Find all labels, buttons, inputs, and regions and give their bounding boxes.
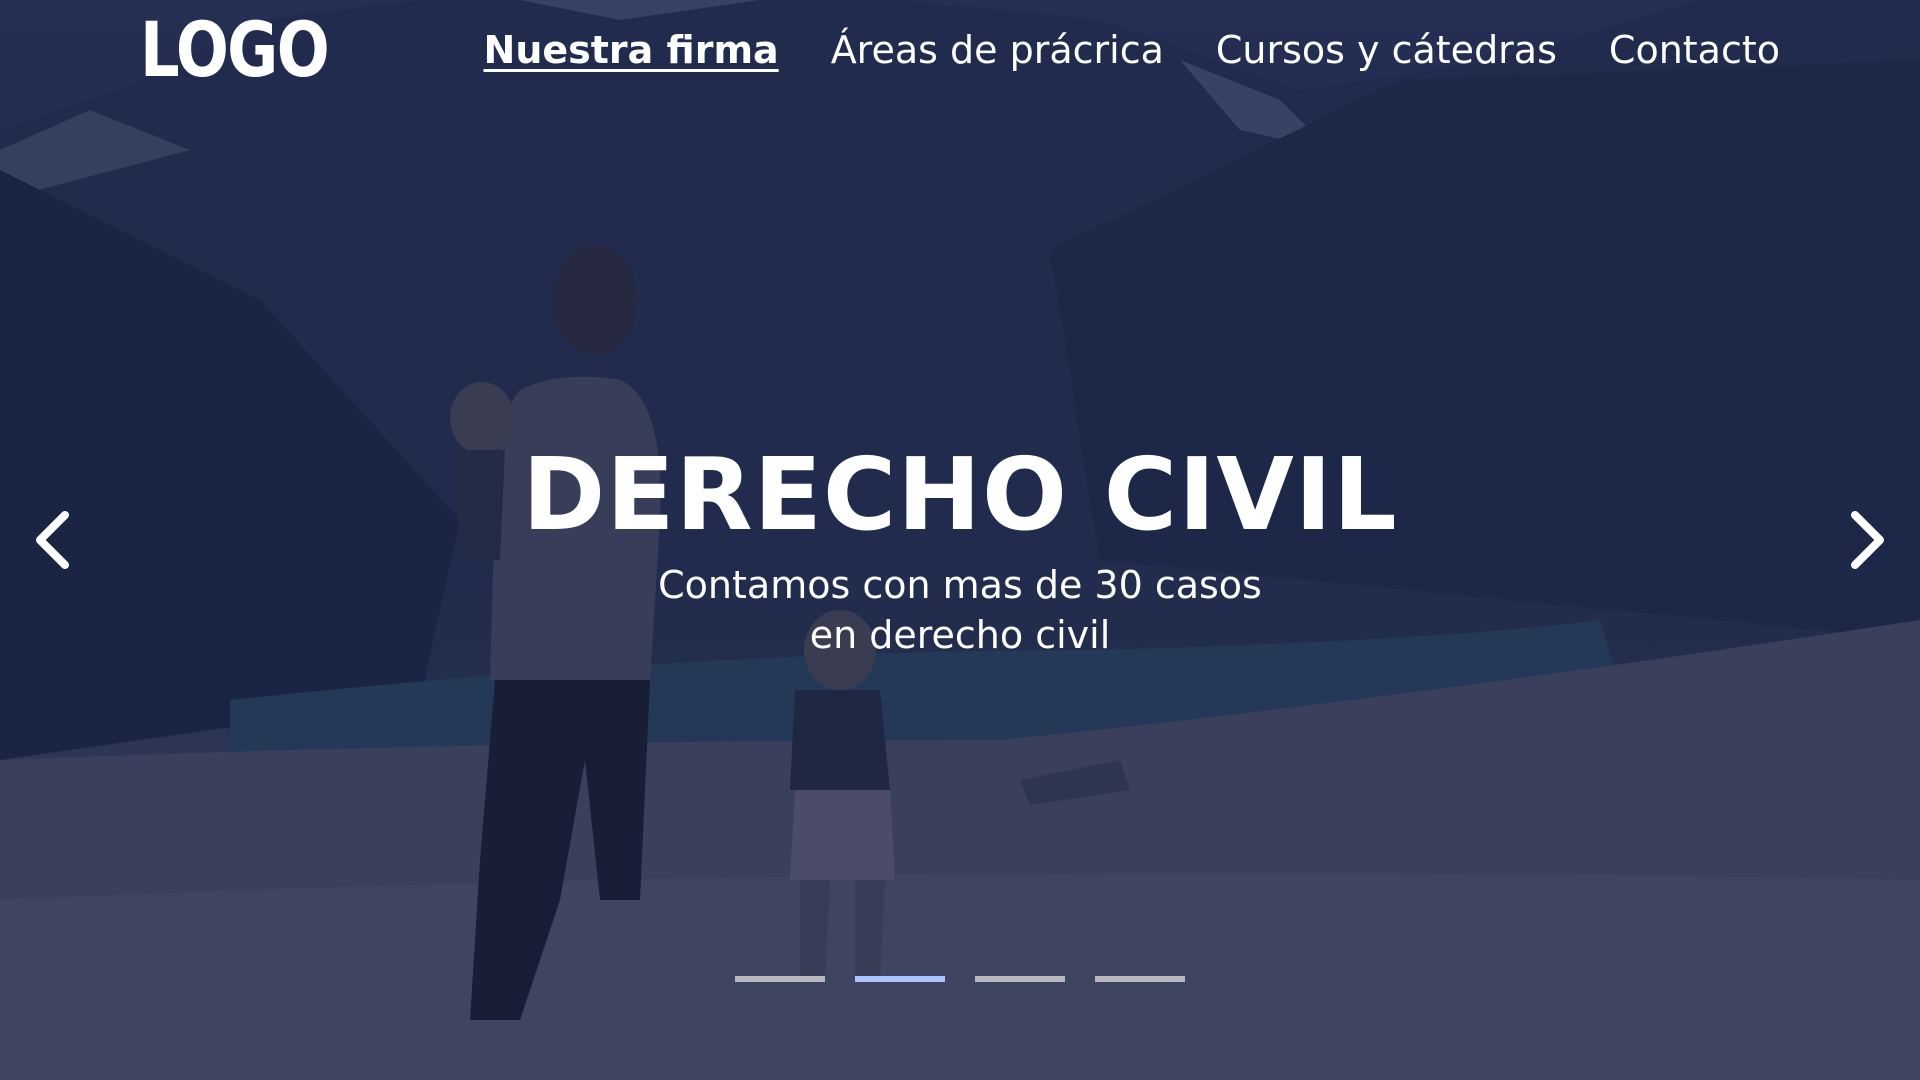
slide-caption: DERECHO CIVIL Contamos con mas de 30 cas… [460,440,1460,660]
logo[interactable]: LOGO [140,10,330,90]
slide-description: Contamos con mas de 30 casos en derecho … [658,563,1262,657]
chevron-left-icon [36,511,69,569]
carousel-indicators [735,976,1185,982]
main-nav: Nuestra firma Áreas de prácrica Cursos y… [484,22,1780,78]
carousel-indicator-3[interactable] [975,976,1065,982]
hero-carousel: LOGO Nuestra firma Áreas de prácrica Cur… [0,0,1920,1080]
nav-item-contacto[interactable]: Contacto [1609,22,1780,78]
nav-item-areas-de-practica[interactable]: Áreas de prácrica [831,22,1164,78]
carousel-indicator-1[interactable] [735,976,825,982]
carousel-indicator-4[interactable] [1095,976,1185,982]
chevron-right-icon [1851,511,1884,569]
nav-item-cursos-y-catedras[interactable]: Cursos y cátedras [1216,22,1557,78]
nav-item-nuestra-firma[interactable]: Nuestra firma [484,22,779,78]
carousel-prev-button[interactable] [20,500,90,580]
carousel-next-button[interactable] [1830,500,1900,580]
slide-title: DERECHO CIVIL [522,436,1398,553]
top-navbar: LOGO Nuestra firma Áreas de prácrica Cur… [0,0,1920,100]
carousel-indicator-2[interactable] [855,976,945,982]
